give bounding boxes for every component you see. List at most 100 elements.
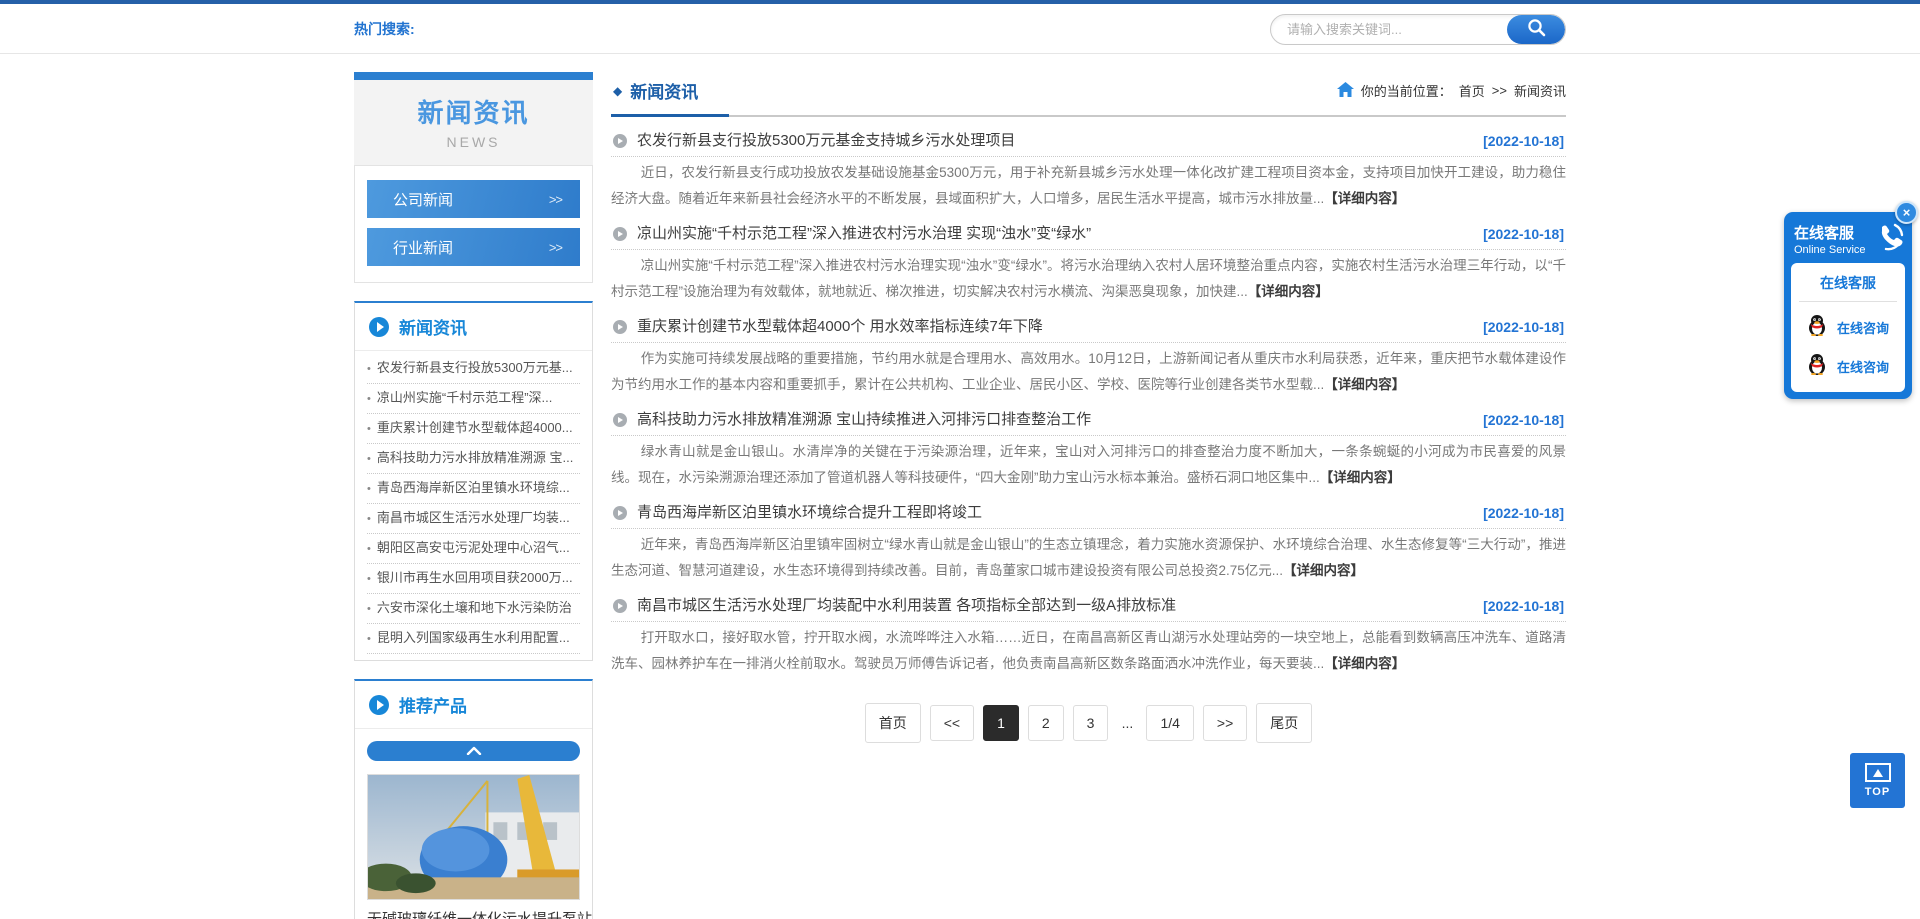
arrow-up-icon <box>1865 763 1891 782</box>
summary-text: 近日，农发行新县支行成功投放农发基础设施基金5300万元，用于补充新县城乡污水处… <box>611 165 1566 206</box>
list-item[interactable]: •银川市再生水回用项目获2000万... <box>367 564 580 594</box>
article-date: [2022-10-18] <box>1483 226 1564 242</box>
pagination-first[interactable]: 首页 <box>865 703 921 743</box>
menu-item-label: 公司新闻 <box>393 189 453 210</box>
service-row[interactable]: 在线咨询 <box>1799 314 1897 341</box>
list-item[interactable]: • 凉山州实施“千村示范工程”深... <box>367 384 580 414</box>
pagination-prev[interactable]: << <box>930 705 974 741</box>
pagination-page-2[interactable]: 2 <box>1028 705 1064 741</box>
news-article: 农发行新县支行投放5300万元基金支持城乡污水处理项目 [2022-10-18]… <box>611 125 1566 218</box>
hot-search-label: 热门搜索: <box>354 19 415 39</box>
article-title-link[interactable]: 凉山州实施“千村示范工程”深入推进农村污水治理 实现“浊水”变“绿水” <box>637 224 1091 244</box>
online-consult-link[interactable]: 在线咨询 <box>1837 318 1889 337</box>
article-title-link[interactable]: 青岛西海岸新区泊里镇水环境综合提升工程即将竣工 <box>637 503 982 523</box>
list-item-label: 高科技助力污水排放精准溯源 宝... <box>377 450 573 465</box>
article-list: 农发行新县支行投放5300万元基金支持城乡污水处理项目 [2022-10-18]… <box>611 125 1566 683</box>
search-box[interactable] <box>1270 14 1566 45</box>
news-article: 青岛西海岸新区泊里镇水环境综合提升工程即将竣工 [2022-10-18] 近年来… <box>611 497 1566 590</box>
pagination-next[interactable]: >> <box>1203 705 1247 741</box>
search-button[interactable] <box>1507 15 1565 44</box>
detail-link[interactable]: 【详细内容】 <box>1324 656 1405 671</box>
detail-link[interactable]: 【详细内容】 <box>1324 191 1405 206</box>
list-item-label: 重庆累计创建节水型载体超4000... <box>377 420 573 435</box>
article-date: [2022-10-18] <box>1483 319 1564 335</box>
bullet-icon: • <box>367 363 371 375</box>
article-title-link[interactable]: 农发行新县支行投放5300万元基金支持城乡污水处理项目 <box>637 131 1015 151</box>
bullet-icon: • <box>367 603 371 615</box>
article-summary: 作为实施可持续发展战略的重要措施，节约用水就是合理用水、高效用水。10月12日，… <box>611 343 1566 404</box>
breadcrumb: 你的当前位置： 首页 >> 新闻资讯 <box>1337 81 1566 100</box>
sidebar-products-section: 推荐产品 <box>354 679 593 919</box>
list-item[interactable]: • 六安市深化土壤和地下水污染防治 <box>367 594 580 624</box>
list-item[interactable]: • 昆明入列国家级再生水利用配置... <box>367 624 580 654</box>
section-header: 推荐产品 <box>355 681 592 729</box>
product-caption[interactable]: 无碱玻璃纤维一体化污水提升泵站 <box>367 900 580 919</box>
service-row[interactable]: 在线咨询 <box>1799 353 1897 380</box>
summary-text: 打开取水口，接好取水管，拧开取水阀，水流哗哗注入水箱……近日，在南昌高新区青山湖… <box>611 630 1566 671</box>
page-title: 新闻资讯 <box>630 78 698 103</box>
qq-penguin-icon <box>1807 314 1827 341</box>
arrow-circle-icon <box>613 506 627 520</box>
article-summary: 打开取水口，接好取水管，拧开取水阀，水流哗哗注入水箱……近日，在南昌高新区青山湖… <box>611 622 1566 683</box>
list-item-label: 农发行新县支行投放5300万元基... <box>377 360 573 375</box>
arrow-circle-icon <box>613 134 627 148</box>
article-date: [2022-10-18] <box>1483 505 1564 521</box>
pagination-page-1[interactable]: 1 <box>983 705 1019 741</box>
bullet-icon: • <box>367 633 371 645</box>
section-title: 新闻资讯 <box>399 314 467 339</box>
product-photo[interactable] <box>367 774 580 900</box>
article-date: [2022-10-18] <box>1483 598 1564 614</box>
article-summary: 近年来，青岛西海岸新区泊里镇牢固树立“绿水青山就是金山银山”的生态立镇理念，着力… <box>611 529 1566 590</box>
list-item-label: 凉山州实施“千村示范工程”深... <box>377 390 553 405</box>
article-title-link[interactable]: 重庆累计创建节水型载体超4000个 用水效率指标连续7年下降 <box>637 317 1043 337</box>
main-header: ◆ 新闻资讯 你的当前位置： 首页 >> 新闻资讯 <box>611 72 1566 117</box>
breadcrumb-separator: >> <box>1492 83 1507 98</box>
summary-text: 近年来，青岛西海岸新区泊里镇牢固树立“绿水青山就是金山银山”的生态立镇理念，着力… <box>611 537 1566 578</box>
sidebar-header: 新闻资讯 NEWS <box>354 80 593 165</box>
sidebar-item-industry-news[interactable]: 行业新闻 >> <box>367 228 580 266</box>
sidebar-subtitle: NEWS <box>354 134 593 150</box>
sidebar-item-company-news[interactable]: 公司新闻 >> <box>367 180 580 218</box>
pagination-ellipsis: ... <box>1117 706 1137 740</box>
breadcrumb-home-link[interactable]: 首页 <box>1459 81 1485 100</box>
pagination-page-3[interactable]: 3 <box>1073 705 1109 741</box>
main-content: ◆ 新闻资讯 你的当前位置： 首页 >> 新闻资讯 农发行新县支行投放5300万… <box>611 72 1566 919</box>
online-consult-link[interactable]: 在线咨询 <box>1837 357 1889 376</box>
news-article: 凉山州实施“千村示范工程”深入推进农村污水治理 实现“浊水”变“绿水” [202… <box>611 218 1566 311</box>
top-label: TOP <box>1865 786 1890 798</box>
article-date: [2022-10-18] <box>1483 133 1564 149</box>
article-title-link[interactable]: 高科技助力污水排放精准溯源 宝山持续推进入河排污口排查整治工作 <box>637 410 1091 430</box>
phone-icon <box>1875 222 1905 257</box>
list-item-label: 六安市深化土壤和地下水污染防治 <box>377 600 572 615</box>
back-to-top-button[interactable]: TOP <box>1850 753 1905 808</box>
list-item-label: 昆明入列国家级再生水利用配置... <box>377 630 570 645</box>
list-item[interactable]: •朝阳区高安屯污泥处理中心沼气... <box>367 534 580 564</box>
summary-text: 凉山州实施“千村示范工程”深入推进农村污水治理实现“浊水”变“绿水”。将污水治理… <box>611 258 1566 299</box>
arrow-circle-icon <box>613 413 627 427</box>
bullet-icon: • <box>367 423 371 435</box>
pagination-last[interactable]: 尾页 <box>1256 703 1312 743</box>
list-item[interactable]: • 农发行新县支行投放5300万元基... <box>367 354 580 384</box>
bullet-icon: • <box>367 393 371 405</box>
detail-link[interactable]: 【详细内容】 <box>1283 563 1364 578</box>
service-header: 在线客服 Online Service <box>1791 219 1905 263</box>
list-item[interactable]: • 重庆累计创建节水型载体超4000... <box>367 414 580 444</box>
search-input[interactable] <box>1271 15 1507 44</box>
chevron-up-icon <box>466 742 482 760</box>
crane-tank-photo <box>368 775 579 899</box>
list-item[interactable]: •青岛西海岸新区泊里镇水环境综... <box>367 474 580 504</box>
list-item-label: 银川市再生水回用项目获2000万... <box>377 570 573 585</box>
detail-link[interactable]: 【详细内容】 <box>1320 470 1401 485</box>
article-summary: 近日，农发行新县支行成功投放农发基础设施基金5300万元，用于补充新县城乡污水处… <box>611 157 1566 218</box>
summary-text: 绿水青山就是金山银山。水清岸净的关键在于污染源治理，近年来，宝山对入河排污口的排… <box>611 444 1566 485</box>
list-item-label: 南昌市城区生活污水处理厂均装... <box>377 510 570 525</box>
pagination-ratio[interactable]: 1/4 <box>1146 705 1193 741</box>
article-title-link[interactable]: 南昌市城区生活污水处理厂均装配中水利用装置 各项指标全部达到一级A排放标准 <box>637 596 1176 616</box>
scroll-up-button[interactable] <box>367 741 580 761</box>
list-item[interactable]: •高科技助力污水排放精准溯源 宝... <box>367 444 580 474</box>
detail-link[interactable]: 【详细内容】 <box>1324 377 1405 392</box>
detail-link[interactable]: 【详细内容】 <box>1248 284 1329 299</box>
list-item[interactable]: •南昌市城区生活污水处理厂均装... <box>367 504 580 534</box>
menu-item-label: 行业新闻 <box>393 237 453 258</box>
bullet-icon: • <box>367 543 371 555</box>
